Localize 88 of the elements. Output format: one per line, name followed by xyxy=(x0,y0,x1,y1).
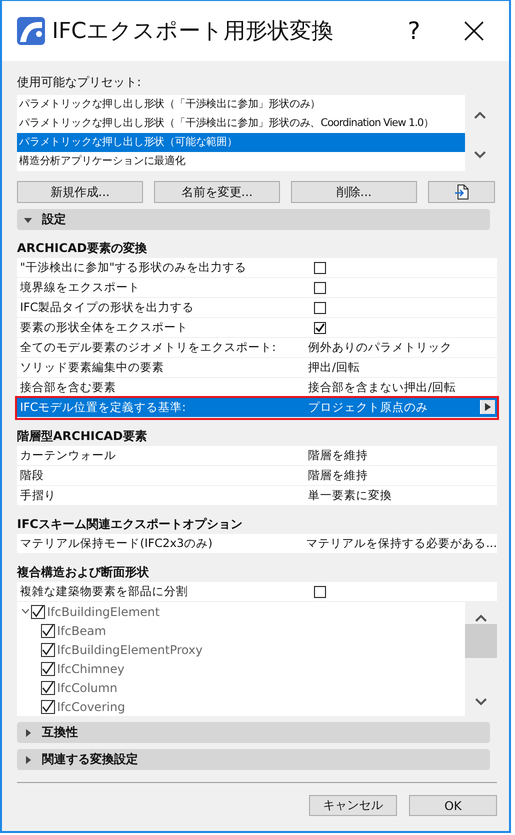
setting-label: マテリアル保持モード(IFC2x3のみ) xyxy=(19,536,214,551)
preset-item[interactable]: パラメトリックな押し出し形状（「干渉検出に参加」形状のみ） xyxy=(17,95,465,114)
setting-value: 階層を維持 xyxy=(307,448,368,463)
scroll-up-icon[interactable] xyxy=(474,111,486,119)
setting-row[interactable]: 接合部を含む要素 接合部を含まない押出/回転 xyxy=(17,378,497,398)
panel-title: 設定 xyxy=(42,211,66,228)
section-title: ARCHICAD要素の変換 xyxy=(17,240,148,257)
tree-item-label[interactable]: IfcCovering xyxy=(57,700,126,714)
tree-item-label[interactable]: IfcBuildingElementProxy xyxy=(57,642,203,656)
preset-item[interactable]: パラメトリックな押し出し形状（「干渉検出に参加」形状のみ、Coordination View 1.0） xyxy=(17,114,465,133)
setting-row[interactable]: マテリアル保持モード(IFC2x3のみ) マテリアルを保持する必要がある... xyxy=(17,534,497,554)
checkbox[interactable] xyxy=(314,322,326,334)
help-button[interactable]: ? xyxy=(389,11,439,51)
setting-row[interactable]: 複雑な建築物要素を部品に分割 xyxy=(17,582,497,602)
setting-row[interactable]: "干渉検出に参加"する形状のみを出力する xyxy=(17,258,497,278)
tree-checkbox[interactable] xyxy=(41,680,55,694)
setting-label: 要素の形状全体をエクスポート xyxy=(19,320,189,335)
checkbox[interactable] xyxy=(314,282,326,294)
setting-row[interactable]: 境界線をエクスポート xyxy=(17,278,497,298)
dialog-button[interactable]: OK xyxy=(409,795,497,816)
setting-label: IFC製品タイプの形状を出力する xyxy=(19,300,196,315)
setting-row[interactable]: 要素の形状全体をエクスポート xyxy=(17,318,497,338)
setting-value: 例外ありのパラメトリック xyxy=(307,340,452,355)
setting-row[interactable]: IFC製品タイプの形状を出力する xyxy=(17,298,497,318)
window-title: IFCエクスポート用形状変換 xyxy=(52,18,335,46)
tree-item-label[interactable]: IfcColumn xyxy=(57,680,118,694)
setting-label: 手摺り xyxy=(19,488,57,503)
setting-row[interactable]: 全てのモデル要素のジオメトリをエクスポート: 例外ありのパラメトリック xyxy=(17,338,497,358)
document-arrow-icon xyxy=(454,184,468,200)
app-logo-icon xyxy=(16,16,46,46)
preset-item[interactable]: 構造分析アプリケーションに最適化 xyxy=(17,152,465,171)
setting-label: カーテンウォール xyxy=(19,448,117,463)
scroll-up-icon[interactable] xyxy=(475,614,487,622)
popup-button[interactable] xyxy=(480,400,495,414)
section-title: IFCスキーム関連エクスポートオプション xyxy=(17,516,244,533)
checkbox[interactable] xyxy=(314,586,326,598)
setting-label: 境界線をエクスポート xyxy=(19,280,141,295)
disclosure-icon xyxy=(24,756,32,764)
setting-row[interactable]: 階段 階層を維持 xyxy=(17,466,497,486)
panel-title: 互換性 xyxy=(42,724,78,741)
section-title: 複合構造および断面形状 xyxy=(17,564,150,581)
setting-label: 複雑な建築物要素を部品に分割 xyxy=(19,584,189,599)
checkbox[interactable] xyxy=(314,302,326,314)
setting-value: プロジェクト原点のみ xyxy=(307,400,428,415)
tree-item-label[interactable]: IfcChimney xyxy=(57,662,124,676)
tree-checkbox[interactable] xyxy=(31,604,45,618)
setting-value: 押出/回転 xyxy=(307,360,360,375)
checkbox[interactable] xyxy=(314,262,326,274)
preset-item[interactable]: パラメトリックな押し出し形状（可能な範囲） xyxy=(17,133,465,152)
setting-value: 階層を維持 xyxy=(307,468,368,483)
dialog-button[interactable]: キャンセル xyxy=(309,795,397,816)
setting-row[interactable]: ソリッド要素編集中の要素 押出/回転 xyxy=(17,358,497,378)
close-icon xyxy=(464,21,484,41)
setting-value: 接合部を含まない押出/回転 xyxy=(307,380,456,395)
preset-button[interactable]: 名前を変更... xyxy=(154,181,280,203)
disclosure-icon xyxy=(24,216,32,224)
setting-label: 接合部を含む要素 xyxy=(19,380,117,395)
setting-label: IFCモデル位置を定義する基準: xyxy=(19,400,187,415)
setting-row[interactable]: IFCモデル位置を定義する基準: プロジェクト原点のみ xyxy=(17,398,497,418)
tree-item-label[interactable]: IfcBuildingElement xyxy=(47,604,160,618)
panel-header[interactable]: 関連する変換設定 xyxy=(17,749,490,770)
tree-checkbox[interactable] xyxy=(41,624,55,638)
scroll-down-icon[interactable] xyxy=(474,151,486,159)
expand-caret-icon[interactable] xyxy=(22,609,29,614)
panel-header[interactable]: 設定 xyxy=(17,209,490,230)
tree-checkbox[interactable] xyxy=(41,662,55,676)
tree-item-label[interactable]: IfcBeam xyxy=(57,624,106,638)
presets-label: 使用可能なプリセット: xyxy=(17,74,142,91)
setting-row[interactable]: カーテンウォール 階層を維持 xyxy=(17,446,497,466)
setting-value: マテリアルを保持する必要がある... xyxy=(305,536,497,551)
setting-label: ソリッド要素編集中の要素 xyxy=(19,360,165,375)
setting-label: 全てのモデル要素のジオメトリをエクスポート: xyxy=(19,340,277,355)
panel-header[interactable]: 互換性 xyxy=(17,722,490,743)
triangle-icon xyxy=(485,403,491,411)
setting-value: 単一要素に変換 xyxy=(307,488,392,503)
import-button[interactable] xyxy=(428,181,495,203)
setting-row[interactable]: 手摺り 単一要素に変換 xyxy=(17,486,497,506)
preset-button[interactable]: 新規作成... xyxy=(17,181,143,203)
disclosure-icon xyxy=(24,728,32,736)
scrollbar-thumb[interactable] xyxy=(465,624,497,658)
tree-checkbox[interactable] xyxy=(41,642,55,656)
section-title: 階層型ARCHICAD要素 xyxy=(17,428,148,445)
panel-title: 関連する変換設定 xyxy=(42,751,138,768)
tree-checkbox[interactable] xyxy=(41,700,55,714)
preset-button[interactable]: 削除... xyxy=(291,181,417,203)
scroll-down-icon[interactable] xyxy=(475,698,487,706)
setting-label: 階段 xyxy=(19,468,45,483)
setting-label: "干渉検出に参加"する形状のみを出力する xyxy=(19,260,248,275)
